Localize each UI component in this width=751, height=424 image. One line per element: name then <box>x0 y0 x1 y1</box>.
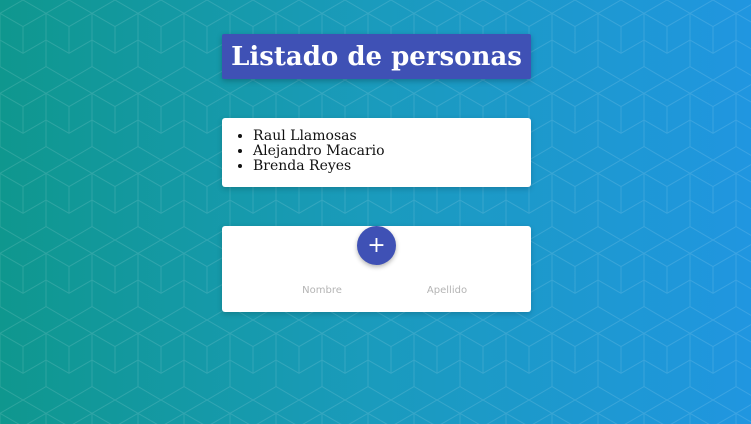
list-item: Raul Llamosas <box>253 129 531 144</box>
apellido-input[interactable] <box>392 281 502 299</box>
nombre-input[interactable] <box>267 281 377 299</box>
add-person-form: + <box>222 226 531 312</box>
add-person-button[interactable]: + <box>357 226 396 265</box>
list-item: Alejandro Macario <box>253 144 531 159</box>
people-list-card: Raul Llamosas Alejandro Macario Brenda R… <box>222 118 531 187</box>
page-title: Listado de personas <box>222 34 531 79</box>
people-list: Raul Llamosas Alejandro Macario Brenda R… <box>222 118 531 174</box>
list-item: Brenda Reyes <box>253 159 531 174</box>
